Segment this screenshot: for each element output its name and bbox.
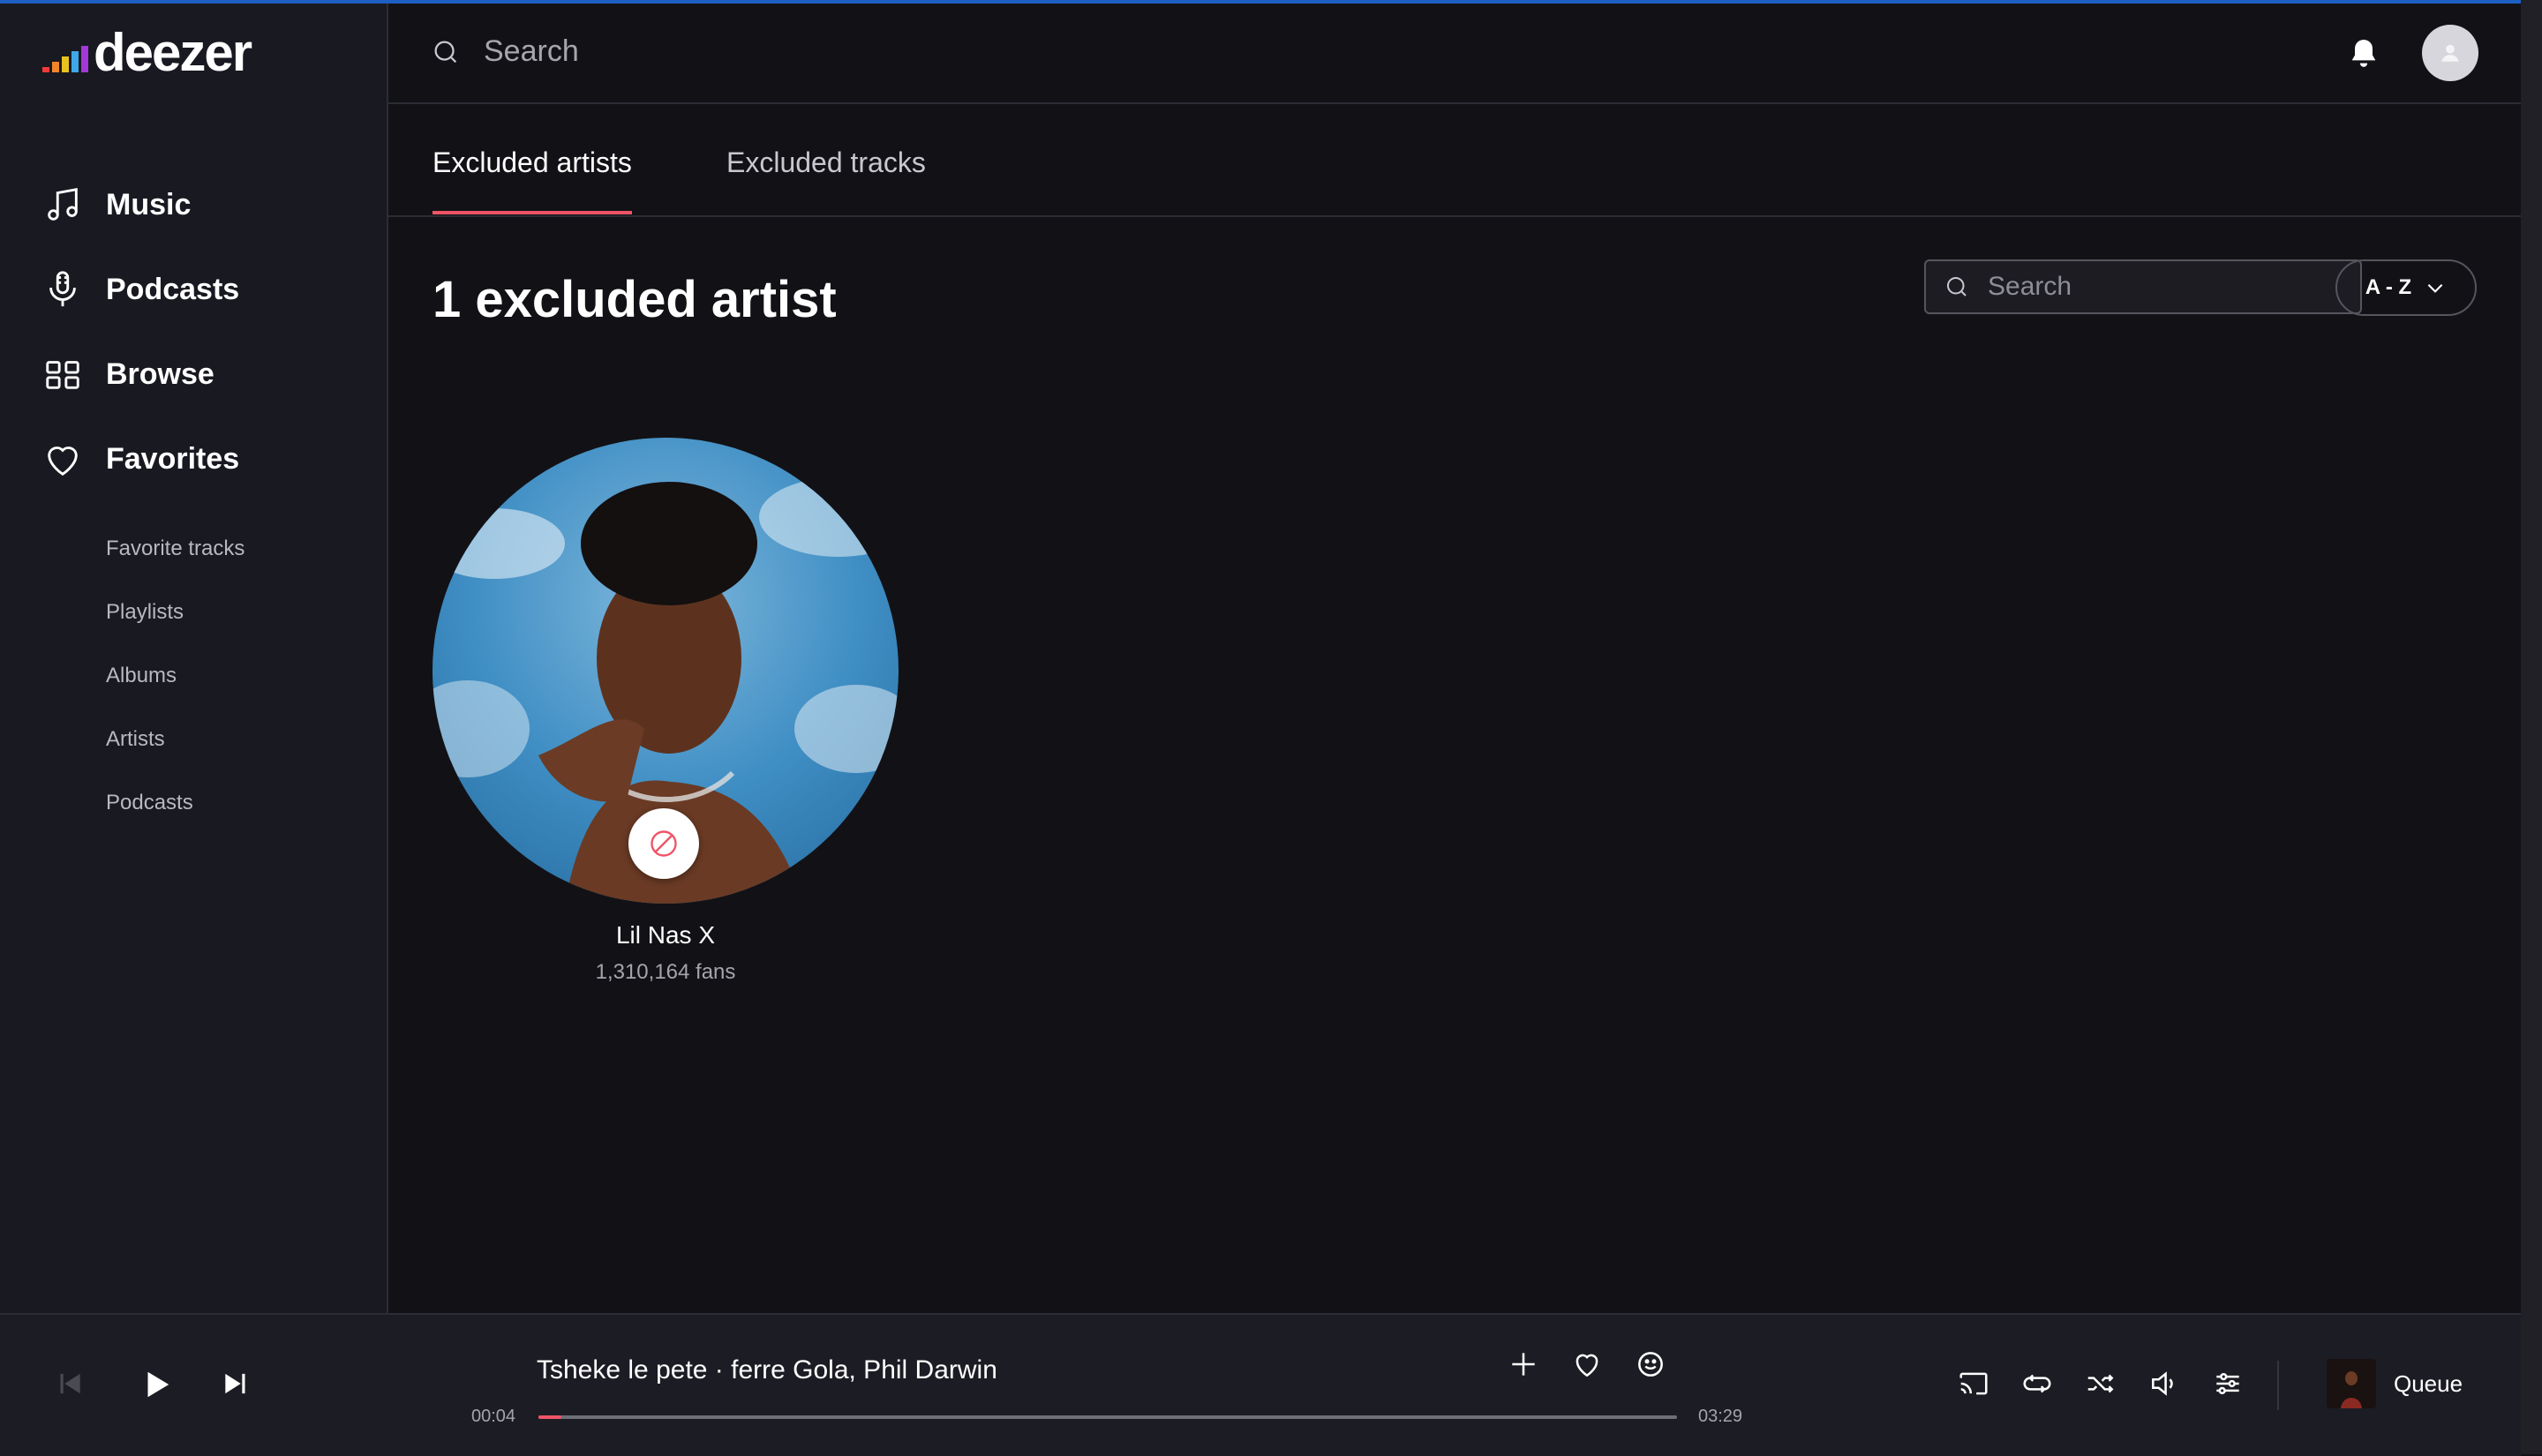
user-icon [2439,41,2462,64]
search-icon [1944,274,1970,300]
player-divider [2277,1361,2279,1410]
microphone-icon [42,269,83,310]
queue-label: Queue [2394,1370,2463,1398]
previous-icon [52,1367,86,1400]
favorite-button[interactable] [1568,1345,1606,1384]
sidebar-item-music[interactable]: Music [42,162,239,247]
smiley-icon [1634,1347,1667,1381]
next-icon [220,1367,253,1400]
add-icon [1507,1347,1540,1381]
repeat-icon [2020,1367,2054,1400]
sidebar-item-label: Music [106,188,191,222]
search-input[interactable] [482,34,1545,70]
deezer-logo[interactable]: deezer [42,26,251,79]
music-note-icon [42,184,83,225]
sidebar-item-label: Podcasts [106,273,239,307]
sidebar-item-favorites[interactable]: Favorites [42,417,239,501]
artist-name[interactable]: Lil Nas X [432,921,899,949]
queue-cover-image [2327,1359,2376,1408]
chevron-down-icon [2424,276,2447,299]
page-title: 1 excluded artist [432,270,837,329]
player-bar: Tsheke le pete · ferre Gola, Phil Darwin… [0,1313,2521,1456]
artist-fans: 1,310,164 fans [432,960,899,985]
main-nav: Music Podcasts Browse Favorites [42,162,239,501]
bell-icon [2346,35,2381,71]
now-playing-title[interactable]: Tsheke le pete · ferre Gola, Phil Darwin [537,1355,997,1385]
notifications-button[interactable] [2346,34,2381,72]
shuffle-button[interactable] [2081,1364,2120,1403]
sidebar-item-artists[interactable]: Artists [106,708,244,771]
favorites-subnav: Favorite tracks Playlists Albums Artists… [106,517,244,835]
tab-excluded-artists[interactable]: Excluded artists [432,146,632,214]
artist-filter [1924,259,2362,314]
sort-label: A - Z [2365,275,2411,300]
top-bar [388,4,2521,104]
grid-icon [42,354,83,394]
cast-icon [1957,1367,1990,1400]
avatar[interactable] [2422,25,2478,81]
search-icon [431,37,461,67]
tab-bar: Excluded artists Excluded tracks [388,104,2521,217]
sidebar-item-favorite-tracks[interactable]: Favorite tracks [106,517,244,581]
logo-text: deezer [94,26,251,79]
heart-icon [42,439,83,479]
total-time: 03:29 [1698,1407,1742,1427]
filter-search-input[interactable] [1986,271,2325,303]
volume-icon [2147,1367,2181,1400]
progress-bar[interactable] [538,1415,1677,1419]
volume-button[interactable] [2145,1364,2184,1403]
queue-button[interactable]: Queue [2327,1359,2463,1408]
sidebar-item-label: Browse [106,357,214,392]
sidebar-item-podcasts[interactable]: Podcasts [42,247,239,332]
equalizer-button[interactable] [2208,1364,2247,1403]
play-button[interactable] [132,1361,180,1408]
sidebar-item-playlists[interactable]: Playlists [106,581,244,644]
ban-icon [648,828,680,859]
cast-button[interactable] [1954,1364,1993,1403]
repeat-button[interactable] [2018,1364,2057,1403]
sidebar-item-label: Favorites [106,442,239,477]
sidebar: deezer Music Podcasts Browse Favorites F… [0,4,388,1313]
equalizer-icon [2211,1367,2245,1400]
heart-icon [1570,1347,1604,1381]
sidebar-item-browse[interactable]: Browse [42,332,239,417]
play-icon [139,1368,173,1401]
window-scrollbar[interactable] [2521,0,2542,1454]
next-button[interactable] [217,1364,256,1403]
sidebar-item-albums[interactable]: Albums [106,644,244,708]
add-to-playlist-button[interactable] [1504,1345,1543,1384]
shuffle-icon [2084,1367,2117,1400]
tab-excluded-tracks[interactable]: Excluded tracks [726,146,926,211]
remove-exclusion-button[interactable] [628,808,699,879]
progress-fill [538,1415,561,1419]
sort-dropdown[interactable]: A - Z [2335,259,2477,316]
reaction-button[interactable] [1631,1345,1670,1384]
sidebar-item-podcasts-sub[interactable]: Podcasts [106,771,244,835]
previous-button[interactable] [49,1364,88,1403]
elapsed-time: 00:04 [471,1407,515,1427]
logo-bars-icon [42,46,88,72]
global-search [431,34,1545,70]
